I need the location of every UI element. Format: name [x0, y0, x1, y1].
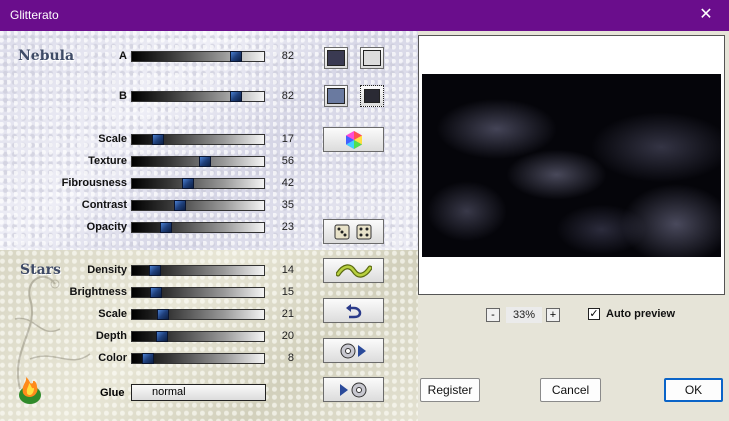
slider-thumb[interactable] [174, 200, 186, 211]
stars-slider[interactable] [131, 331, 265, 342]
nebula-label-row: B [0, 90, 127, 104]
nebula-slider[interactable] [131, 51, 265, 62]
title-bar: Glitterato ✕ [0, 0, 729, 31]
color-a-left-button[interactable] [324, 47, 348, 69]
slider-thumb[interactable] [149, 265, 161, 276]
slider-thumb[interactable] [142, 353, 154, 364]
nebula-slider[interactable] [131, 156, 265, 167]
slider-thumb[interactable] [156, 331, 168, 342]
arrow-disk-icon [339, 382, 366, 397]
ok-button[interactable]: OK [664, 378, 723, 402]
disk-arrow-right-icon [340, 343, 366, 358]
auto-preview-label: Auto preview [606, 308, 676, 320]
reset-button[interactable] [323, 298, 384, 323]
window-title: Glitterato [10, 8, 59, 22]
preview-image [422, 74, 721, 257]
stars-slider-label: Color [98, 352, 127, 364]
slider-thumb[interactable] [160, 222, 172, 233]
color-b-left-swatch [327, 88, 345, 104]
nebula-slider[interactable] [131, 178, 265, 189]
color-a-right-swatch [363, 50, 381, 66]
nebula-label-row: Texture [0, 155, 127, 169]
nebula-label-row: Opacity [0, 221, 127, 235]
nebula-slider-label: Opacity [86, 221, 127, 233]
nebula-slider-value: 82 [281, 50, 294, 62]
stars-slider-label: Depth [95, 330, 127, 342]
stars-slider-value: 14 [281, 264, 294, 276]
stars-label-row: Color [0, 352, 127, 366]
stars-slider-value: 8 [287, 352, 294, 364]
nebula-slider[interactable] [131, 91, 265, 102]
nebula-label-row: Contrast [0, 199, 127, 213]
flame-logo-icon [19, 377, 41, 404]
stars-slider-value: 15 [281, 286, 294, 298]
stars-slider-value: 21 [281, 308, 294, 320]
stars-slider-value: 20 [281, 330, 294, 342]
undo-arrow-icon [345, 303, 361, 318]
load-preset-button[interactable] [323, 338, 384, 363]
nebula-slider-label: Contrast [81, 199, 127, 211]
slider-thumb[interactable] [152, 134, 164, 145]
nebula-label-row: A [0, 50, 127, 64]
nebula-slider-label: Texture [88, 155, 127, 167]
slider-thumb[interactable] [230, 91, 242, 102]
glue-label: Glue [100, 387, 125, 399]
stars-slider-label: Density [87, 264, 127, 276]
auto-preview-checkbox[interactable]: ✓ [588, 308, 600, 320]
dialog-content: Nebula Stars A 82 B 82 Scale 17 Texture 56 Fibro… [0, 31, 729, 421]
zoom-in-button[interactable]: + [546, 308, 560, 322]
nebula-slider-label: B [119, 90, 127, 102]
slider-thumb[interactable] [157, 309, 169, 320]
nebula-slider[interactable] [131, 134, 265, 145]
nebula-slider-value: 17 [281, 133, 294, 145]
nebula-slider-value: 56 [281, 155, 294, 167]
hexagon-color-icon [345, 130, 362, 149]
nebula-slider[interactable] [131, 222, 265, 233]
nebula-slider-label: Fibrousness [61, 177, 127, 189]
color-a-right-button[interactable] [360, 47, 384, 69]
nebula-slider-label: A [119, 50, 127, 62]
nebula-slider[interactable] [131, 200, 265, 211]
preview-frame [418, 35, 725, 295]
stars-label-row: Brightness [0, 286, 127, 300]
register-button[interactable]: Register [420, 378, 480, 402]
stars-slider[interactable] [131, 309, 265, 320]
color-a-left-swatch [327, 50, 345, 66]
zoom-out-button[interactable]: - [486, 308, 500, 322]
color-palette-button[interactable] [323, 127, 384, 152]
stars-label-row: Depth [0, 330, 127, 344]
slider-thumb[interactable] [150, 287, 162, 298]
randomize-button[interactable] [323, 219, 384, 244]
stars-slider[interactable] [131, 287, 265, 298]
glue-select[interactable]: normal [131, 384, 266, 401]
nebula-slider-value: 82 [281, 90, 294, 102]
color-b-right-swatch [364, 89, 380, 103]
stars-label-row: Density [0, 264, 127, 278]
nebula-label-row: Scale [0, 133, 127, 147]
cancel-button[interactable]: Cancel [540, 378, 601, 402]
nebula-label-row: Fibrousness [0, 177, 127, 191]
save-preset-button[interactable] [323, 377, 384, 402]
color-b-right-button[interactable] [360, 85, 384, 107]
wave-button[interactable] [323, 258, 384, 283]
nebula-slider-value: 23 [281, 221, 294, 233]
stars-slider-label: Scale [98, 308, 127, 320]
dice-icon [334, 224, 371, 239]
stars-label-row: Scale [0, 308, 127, 322]
stars-slider[interactable] [131, 353, 265, 364]
nebula-slider-label: Scale [98, 133, 127, 145]
stars-slider[interactable] [131, 265, 265, 276]
nebula-slider-value: 35 [281, 199, 294, 211]
zoom-value: 33% [506, 307, 542, 323]
color-b-left-button[interactable] [324, 85, 348, 107]
wave-icon [335, 263, 372, 278]
slider-thumb[interactable] [199, 156, 211, 167]
nebula-slider-value: 42 [281, 177, 294, 189]
stars-slider-label: Brightness [69, 286, 127, 298]
close-button[interactable]: ✕ [683, 0, 729, 31]
slider-thumb[interactable] [230, 51, 242, 62]
slider-thumb[interactable] [182, 178, 194, 189]
